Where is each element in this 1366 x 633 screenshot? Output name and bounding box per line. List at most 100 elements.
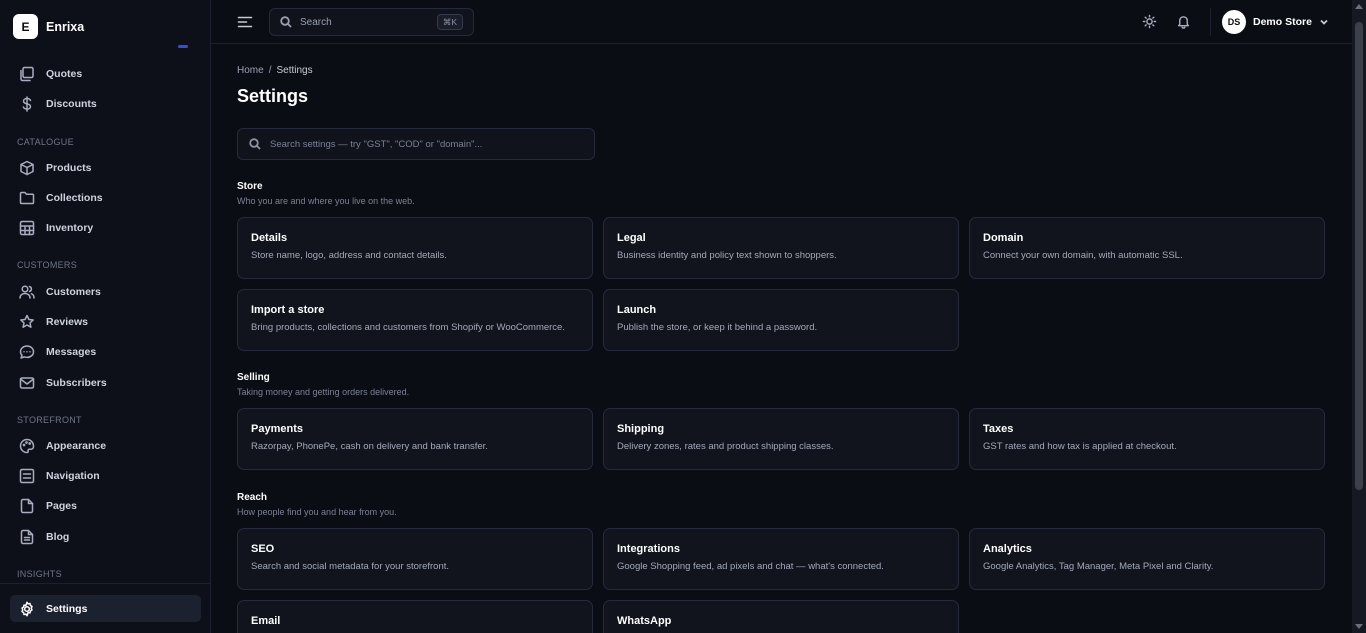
breadcrumb-separator: / (268, 65, 272, 76)
card-desc: Google Analytics, Tag Manager, Meta Pixe… (983, 561, 1214, 572)
sidebar-item-label: Blog (46, 530, 70, 543)
card-title: Email (251, 615, 281, 627)
message-icon (19, 344, 35, 360)
sidebar-item-discounts[interactable]: Discounts (0, 89, 210, 119)
sidebar-item-label: Settings (46, 602, 88, 615)
group-title-selling: Selling (237, 372, 270, 383)
sidebar-item-inventory[interactable]: Inventory (0, 213, 210, 243)
section-label-storefront: STOREFRONT (17, 414, 82, 425)
brand[interactable]: E Enrixa (13, 14, 84, 39)
mail-icon (19, 375, 35, 391)
card-analytics[interactable]: Analytics Google Analytics, Tag Manager,… (969, 528, 1325, 590)
card-title: Domain (983, 232, 1024, 244)
card-desc: Razorpay, PhonePe, cash on delivery and … (251, 441, 488, 452)
section-label-insights: INSIGHTS (17, 568, 62, 579)
breadcrumb-home[interactable]: Home (237, 65, 264, 76)
card-desc: Publish the store, or keep it behind a p… (617, 322, 818, 333)
store-name: Demo Store (1253, 16, 1312, 28)
card-title: Launch (617, 304, 657, 316)
card-desc: Google Shopping feed, ad pixels and chat… (617, 561, 884, 572)
settings-search-input[interactable] (270, 138, 590, 150)
sidebar-item-blog[interactable]: Blog (0, 522, 210, 552)
sidebar-scroll-peek (0, 43, 210, 59)
card-title: Taxes (983, 423, 1014, 435)
sidebar-item-label: Customers (46, 285, 101, 298)
card-desc: Business identity and policy text shown … (617, 250, 837, 261)
card-desc: Connect your own domain, with automatic … (983, 250, 1183, 261)
sidebar-item-label: Products (46, 161, 92, 174)
brand-logo: E (13, 14, 38, 39)
sidebar-item-pages[interactable]: Pages (0, 491, 210, 521)
sidebar-item-products[interactable]: Products (0, 153, 210, 183)
sidebar-item-label: Messages (46, 346, 97, 359)
sidebar-item-subscribers[interactable]: Subscribers (0, 367, 210, 397)
card-domain[interactable]: Domain Connect your own domain, with aut… (969, 217, 1325, 279)
card-desc: GST rates and how tax is applied at chec… (983, 441, 1177, 452)
card-seo[interactable]: SEO Search and social metadata for your … (237, 528, 593, 590)
box-icon (19, 160, 35, 176)
card-launch[interactable]: Launch Publish the store, or keep it beh… (603, 289, 959, 351)
section-label-customers: CUSTOMERS (17, 260, 78, 271)
scroll-down-icon[interactable] (1355, 624, 1363, 629)
settings-search[interactable] (237, 128, 595, 160)
card-title: Import a store (251, 304, 325, 316)
menu-toggle-icon[interactable] (237, 14, 253, 30)
sidebar-item-settings[interactable]: Settings (10, 595, 201, 622)
star-icon (19, 314, 35, 330)
brand-name: Enrixa (46, 19, 85, 34)
card-desc: Store name, logo, address and contact de… (251, 250, 447, 261)
card-desc: Search and social metadata for your stor… (251, 561, 450, 572)
sidebar-nav: Quotes Discounts CATALOGUE Products Coll… (0, 43, 210, 581)
sidebar-item-quotes[interactable]: Quotes (0, 59, 210, 89)
dollar-icon (19, 96, 35, 113)
group-subtitle-selling: Taking money and getting orders delivere… (237, 387, 410, 397)
sidebar-item-label: Inventory (46, 222, 94, 235)
card-payments[interactable]: Payments Razorpay, PhonePe, cash on deli… (237, 408, 593, 470)
card-details[interactable]: Details Store name, logo, address and co… (237, 217, 593, 279)
search-input[interactable] (300, 16, 420, 28)
scroll-thumb[interactable] (1355, 22, 1363, 490)
theme-toggle-icon[interactable] (1142, 14, 1158, 30)
page-scrollbar[interactable] (1352, 0, 1366, 633)
sidebar-item-label: Collections (46, 192, 103, 205)
global-search[interactable]: ⌘K (269, 8, 474, 36)
folder-icon (19, 190, 35, 206)
page-title: Settings (237, 86, 309, 106)
navigation-icon (19, 468, 35, 484)
card-taxes[interactable]: Taxes GST rates and how tax is applied a… (969, 408, 1325, 470)
search-icon (280, 16, 292, 28)
card-title: Analytics (983, 543, 1032, 555)
card-email[interactable]: Email (237, 600, 593, 633)
users-icon (19, 284, 35, 300)
topbar: ⌘K DS Demo Store (211, 0, 1366, 44)
card-legal[interactable]: Legal Business identity and policy text … (603, 217, 959, 279)
search-icon (249, 138, 261, 150)
sidebar-item-navigation[interactable]: Navigation (0, 461, 210, 491)
card-import-store[interactable]: Import a store Bring products, collectio… (237, 289, 593, 351)
blog-icon (19, 529, 35, 545)
scroll-up-icon[interactable] (1355, 4, 1363, 9)
sidebar-item-messages[interactable]: Messages (0, 337, 210, 367)
account-menu[interactable]: DS Demo Store (1222, 10, 1329, 34)
bell-icon[interactable] (1176, 14, 1192, 30)
page-icon (19, 498, 35, 514)
sidebar-item-label: Navigation (46, 470, 100, 483)
card-shipping[interactable]: Shipping Delivery zones, rates and produ… (603, 408, 959, 470)
breadcrumb-current: Settings (276, 65, 313, 76)
card-title: Details (251, 232, 288, 244)
sidebar-item-collections[interactable]: Collections (0, 183, 210, 213)
sidebar-item-customers[interactable]: Customers (0, 276, 210, 306)
main-area: ⌘K DS Demo Store Home / Settings Setting… (211, 0, 1366, 633)
card-integrations[interactable]: Integrations Google Shopping feed, ad pi… (603, 528, 959, 590)
sidebar-item-appearance[interactable]: Appearance (0, 431, 210, 461)
sidebar: E Enrixa Quotes Discounts CATALOGUE Prod… (0, 0, 211, 633)
sidebar-item-label: Discounts (46, 98, 97, 111)
nav-badge (178, 45, 188, 48)
card-title: Integrations (617, 543, 680, 555)
card-whatsapp[interactable]: WhatsApp (603, 600, 959, 633)
sidebar-item-label: Pages (46, 500, 77, 513)
card-title: SEO (251, 543, 275, 555)
gear-icon (19, 601, 35, 617)
sidebar-item-reviews[interactable]: Reviews (0, 307, 210, 337)
card-title: Payments (251, 423, 303, 435)
